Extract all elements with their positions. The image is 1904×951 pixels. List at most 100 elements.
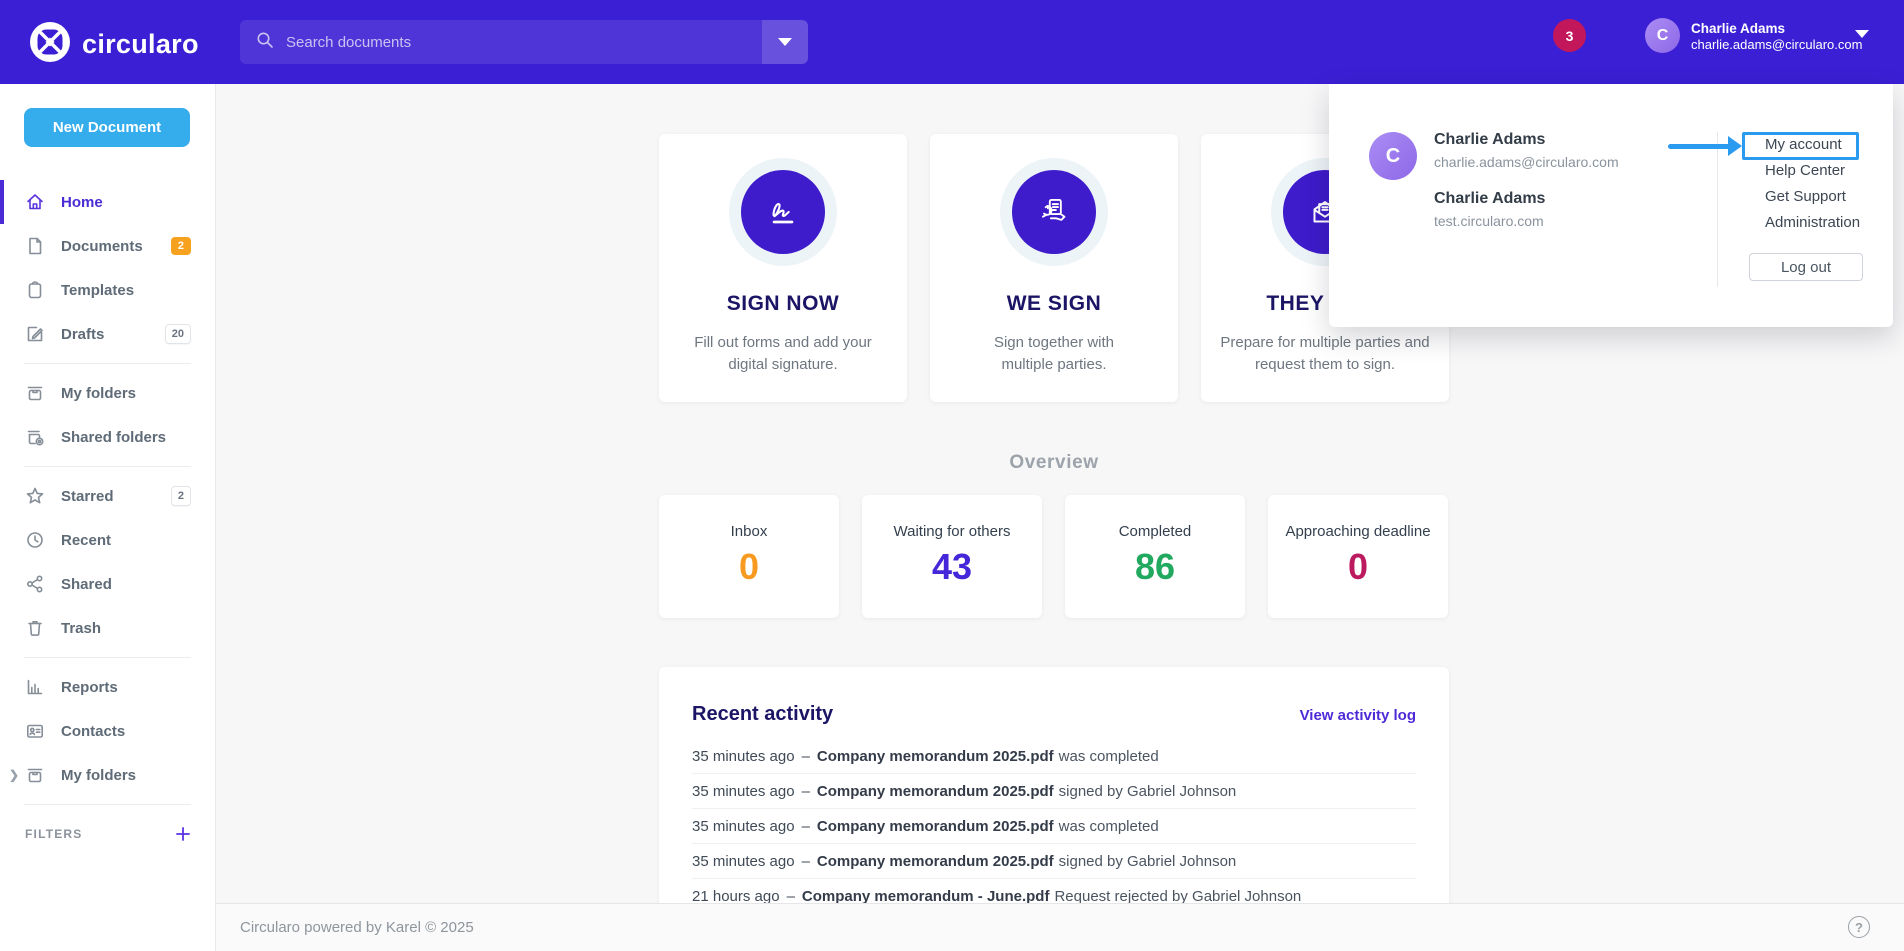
activity-document: Company memorandum 2025.pdf xyxy=(817,748,1054,765)
notifications-badge[interactable]: 3 xyxy=(1553,19,1586,52)
add-filter-button[interactable] xyxy=(175,826,191,842)
account-email: charlie.adams@circularo.com xyxy=(1434,154,1619,170)
activity-list: 35 minutes ago – Company memorandum 2025… xyxy=(692,739,1416,903)
sidebar-item-contacts[interactable]: Contacts xyxy=(0,709,215,753)
trash-icon xyxy=(25,618,45,638)
icon-halo xyxy=(1000,158,1108,266)
sidebar-item-label: My folders xyxy=(61,767,136,784)
activity-row[interactable]: 21 hours ago – Company memorandum - June… xyxy=(692,879,1416,903)
shared-drawer-icon xyxy=(25,427,45,447)
activity-row[interactable]: 35 minutes ago – Company memorandum 2025… xyxy=(692,774,1416,809)
sidebar-item-starred[interactable]: Starred 2 xyxy=(0,474,215,518)
sidebar-item-label: Drafts xyxy=(61,326,104,343)
copyright-text: Circularo powered by Karel © 2025 xyxy=(240,919,474,936)
activity-action: signed by Gabriel Johnson xyxy=(1059,783,1237,800)
footer: Circularo powered by Karel © 2025 ? xyxy=(216,903,1904,951)
stat-approaching-deadline[interactable]: Approaching deadline 0 xyxy=(1268,495,1448,618)
activity-separator: – xyxy=(802,853,810,870)
sidebar-divider xyxy=(24,363,191,364)
search-input[interactable] xyxy=(286,34,762,51)
account-domain: test.circularo.com xyxy=(1434,213,1544,229)
sidebar-item-recent[interactable]: Recent xyxy=(0,518,215,562)
sidebar-item-label: My folders xyxy=(61,385,136,402)
stat-completed[interactable]: Completed 86 xyxy=(1065,495,1245,618)
help-icon[interactable]: ? xyxy=(1848,916,1870,938)
activity-row[interactable]: 35 minutes ago – Company memorandum 2025… xyxy=(692,739,1416,774)
account-name[interactable]: Charlie Adams xyxy=(1434,131,1545,149)
we-sign-card[interactable]: WE SIGN Sign together with multiple part… xyxy=(930,134,1178,402)
brand-name: circularo xyxy=(82,29,199,60)
user-name: Charlie Adams xyxy=(1691,21,1862,37)
activity-time: 35 minutes ago xyxy=(692,853,795,870)
view-activity-log-link[interactable]: View activity log xyxy=(1300,707,1416,724)
recent-activity-card: Recent activity View activity log 35 min… xyxy=(659,667,1449,903)
sidebar: New Document Home Documents 2 Templates xyxy=(0,84,216,951)
signature-icon xyxy=(741,170,825,254)
bar-chart-icon xyxy=(25,677,45,697)
activity-row[interactable]: 35 minutes ago – Company memorandum 2025… xyxy=(692,809,1416,844)
sidebar-item-my-folders[interactable]: My folders xyxy=(0,371,215,415)
sidebar-item-shared-folders[interactable]: Shared folders xyxy=(0,415,215,459)
new-document-button[interactable]: New Document xyxy=(24,108,190,147)
activity-separator: – xyxy=(802,748,810,765)
stat-value: 86 xyxy=(1065,546,1245,588)
sign-now-card[interactable]: SIGN NOW Fill out forms and add your dig… xyxy=(659,134,907,402)
app-logo[interactable]: circularo xyxy=(30,22,199,67)
stat-value: 0 xyxy=(659,546,839,588)
account-name[interactable]: Charlie Adams xyxy=(1434,190,1545,208)
user-dropdown-panel: C Charlie Adams charlie.adams@circularo.… xyxy=(1329,84,1893,327)
menu-item-get-support[interactable]: Get Support xyxy=(1765,188,1860,205)
activity-action: was completed xyxy=(1059,748,1159,765)
stat-label: Approaching deadline xyxy=(1268,523,1448,540)
menu-item-my-account[interactable]: My account xyxy=(1765,136,1860,153)
recent-activity-heading: Recent activity xyxy=(692,703,833,726)
sidebar-item-drafts[interactable]: Drafts 20 xyxy=(0,312,215,356)
sidebar-item-label: Recent xyxy=(61,532,111,549)
user-menu-caret[interactable] xyxy=(1855,38,1869,56)
sidebar-divider xyxy=(24,804,191,805)
drafts-count-badge: 20 xyxy=(165,324,191,344)
filters-label: FILTERS xyxy=(25,827,83,841)
card-title: SIGN NOW xyxy=(727,292,840,316)
sidebar-divider xyxy=(24,657,191,658)
sidebar-item-my-folders-tree[interactable]: ❯ My folders xyxy=(0,753,215,797)
chevron-down-icon xyxy=(778,38,792,46)
sidebar-item-reports[interactable]: Reports xyxy=(0,665,215,709)
sidebar-item-trash[interactable]: Trash xyxy=(0,606,215,650)
hands-document-icon xyxy=(1012,170,1096,254)
user-menu-trigger[interactable]: Charlie Adams charlie.adams@circularo.co… xyxy=(1691,21,1862,53)
starred-count-badge: 2 xyxy=(171,486,191,506)
documents-count-badge: 2 xyxy=(171,237,191,255)
search-bar xyxy=(240,20,808,64)
drawer-icon xyxy=(25,383,45,403)
clipboard-icon xyxy=(25,280,45,300)
activity-time: 35 minutes ago xyxy=(692,818,795,835)
sidebar-item-shared[interactable]: Shared xyxy=(0,562,215,606)
chevron-right-icon[interactable]: ❯ xyxy=(9,768,19,782)
drawer-icon xyxy=(25,765,45,785)
card-description: Prepare for multiple parties and request… xyxy=(1205,332,1445,376)
sidebar-item-label: Shared folders xyxy=(61,429,166,446)
sidebar-item-label: Home xyxy=(61,194,103,211)
sidebar-item-documents[interactable]: Documents 2 xyxy=(0,224,215,268)
activity-document: Company memorandum 2025.pdf xyxy=(817,783,1054,800)
avatar[interactable]: C xyxy=(1645,18,1680,53)
sidebar-item-home[interactable]: Home xyxy=(0,180,215,224)
stat-inbox[interactable]: Inbox 0 xyxy=(659,495,839,618)
logout-button[interactable]: Log out xyxy=(1749,253,1863,281)
card-description: Sign together with multiple parties. xyxy=(992,332,1117,376)
menu-item-help-center[interactable]: Help Center xyxy=(1765,162,1860,179)
stat-waiting-for-others[interactable]: Waiting for others 43 xyxy=(862,495,1042,618)
stat-label: Waiting for others xyxy=(862,523,1042,540)
filters-section: FILTERS xyxy=(0,812,215,856)
menu-item-administration[interactable]: Administration xyxy=(1765,214,1860,231)
search-scope-dropdown[interactable] xyxy=(762,20,808,64)
sidebar-item-templates[interactable]: Templates xyxy=(0,268,215,312)
overview-heading: Overview xyxy=(659,452,1449,474)
activity-row[interactable]: 35 minutes ago – Company memorandum 2025… xyxy=(692,844,1416,879)
contact-card-icon xyxy=(25,721,45,741)
sidebar-item-label: Shared xyxy=(61,576,112,593)
home-icon xyxy=(25,192,45,212)
dropdown-menu: My account Help Center Get Support Admin… xyxy=(1765,136,1860,240)
clock-icon xyxy=(25,530,45,550)
